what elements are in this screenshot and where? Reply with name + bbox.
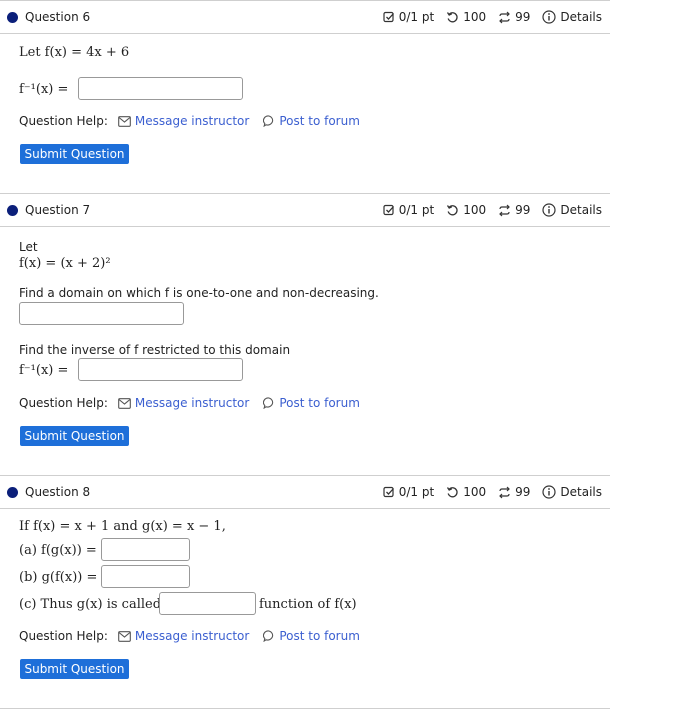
part-c-label: (c) Thus g(x) is called an xyxy=(19,597,182,612)
status-dot-icon xyxy=(7,12,18,23)
part-a-label: (a) f(g(x)) = xyxy=(19,543,97,558)
attempts-icon xyxy=(499,204,510,216)
retry-icon xyxy=(447,11,458,22)
question-7-header: Question 7 0/1 pt 100 99 Details xyxy=(0,193,610,227)
post-to-forum-label: Post to forum xyxy=(279,629,360,643)
help-label: Question Help: xyxy=(19,629,108,643)
score-text: 0/1 pt xyxy=(398,10,435,24)
retries-count: 100 xyxy=(463,203,487,217)
retries-count: 100 xyxy=(463,10,487,24)
part-c-input[interactable] xyxy=(159,592,256,615)
post-to-forum-label: Post to forum xyxy=(279,114,360,128)
question-help: Question Help: Message instructor Post t… xyxy=(19,629,360,643)
post-to-forum-link[interactable]: Post to forum xyxy=(263,629,360,643)
question-title: Question 8 xyxy=(25,485,91,499)
part-c-suffix: function of f(x) xyxy=(259,597,357,612)
speech-bubble-icon xyxy=(263,630,274,642)
question-help: Question Help: Message instructor Post t… xyxy=(19,396,360,410)
message-instructor-label: Message instructor xyxy=(134,114,250,128)
message-instructor-label: Message instructor xyxy=(134,629,250,643)
question-6-header: Question 6 0/1 pt 100 99 Details xyxy=(0,0,610,34)
submit-question-button[interactable]: Submit Question xyxy=(20,144,129,164)
question-meta: 0/1 pt 100 99 Details xyxy=(383,203,602,217)
part-a-input[interactable] xyxy=(101,538,190,561)
question-title: Question 6 xyxy=(25,10,91,24)
message-instructor-link[interactable]: Message instructor xyxy=(118,396,249,410)
attempts-count: 99 xyxy=(515,10,531,24)
retries-count: 100 xyxy=(463,485,487,499)
question-meta: 0/1 pt 100 99 Details xyxy=(383,485,602,499)
speech-bubble-icon xyxy=(263,397,274,409)
speech-bubble-icon xyxy=(263,115,274,127)
domain-answer-input[interactable] xyxy=(19,302,184,325)
question-help: Question Help: Message instructor Post t… xyxy=(19,114,360,128)
section-divider xyxy=(0,708,610,709)
inverse-label: f⁻¹(x) = xyxy=(19,82,69,97)
attempts-icon xyxy=(499,11,510,23)
post-to-forum-link[interactable]: Post to forum xyxy=(263,114,360,128)
inverse-label: f⁻¹(x) = xyxy=(19,363,69,378)
info-icon[interactable] xyxy=(542,10,556,24)
score-text: 0/1 pt xyxy=(398,485,435,499)
score-check-icon xyxy=(383,486,394,498)
part-b-input[interactable] xyxy=(101,565,190,588)
part-b-label: (b) g(f(x)) = xyxy=(19,570,98,585)
details-link[interactable]: Details xyxy=(560,10,602,24)
inverse-answer-input[interactable] xyxy=(78,77,243,100)
envelope-icon xyxy=(118,115,131,127)
attempts-count: 99 xyxy=(515,485,531,499)
question-meta: 0/1 pt 100 99 Details xyxy=(383,10,602,24)
attempts-icon xyxy=(499,486,510,498)
status-dot-icon xyxy=(7,205,18,216)
help-label: Question Help: xyxy=(19,114,108,128)
envelope-icon xyxy=(118,630,131,642)
score-check-icon xyxy=(383,11,394,23)
info-icon[interactable] xyxy=(542,485,556,499)
post-to-forum-link[interactable]: Post to forum xyxy=(263,396,360,410)
message-instructor-label: Message instructor xyxy=(134,396,250,410)
question-prompt: If f(x) = x + 1 and g(x) = x − 1, xyxy=(19,519,226,534)
help-label: Question Help: xyxy=(19,396,108,410)
status-dot-icon xyxy=(7,487,18,498)
inverse-prompt: Find the inverse of f restricted to this… xyxy=(19,343,291,357)
score-text: 0/1 pt xyxy=(398,203,435,217)
domain-prompt: Find a domain on which f is one-to-one a… xyxy=(19,286,379,300)
let-label: Let xyxy=(19,240,38,254)
message-instructor-link[interactable]: Message instructor xyxy=(118,114,249,128)
submit-question-button[interactable]: Submit Question xyxy=(20,659,129,679)
question-title: Question 7 xyxy=(25,203,91,217)
submit-question-button[interactable]: Submit Question xyxy=(20,426,129,446)
retry-icon xyxy=(447,204,458,215)
retry-icon xyxy=(447,486,458,497)
attempts-count: 99 xyxy=(515,203,531,217)
score-check-icon xyxy=(383,204,394,216)
question-prompt: Let f(x) = 4x + 6 xyxy=(19,45,130,60)
function-definition: f(x) = (x + 2)² xyxy=(19,256,111,271)
envelope-icon xyxy=(118,397,131,409)
info-icon[interactable] xyxy=(542,203,556,217)
message-instructor-link[interactable]: Message instructor xyxy=(118,629,249,643)
post-to-forum-label: Post to forum xyxy=(279,396,360,410)
details-link[interactable]: Details xyxy=(560,485,602,499)
details-link[interactable]: Details xyxy=(560,203,602,217)
inverse-answer-input[interactable] xyxy=(78,358,243,381)
question-8-header: Question 8 0/1 pt 100 99 Details xyxy=(0,475,610,509)
